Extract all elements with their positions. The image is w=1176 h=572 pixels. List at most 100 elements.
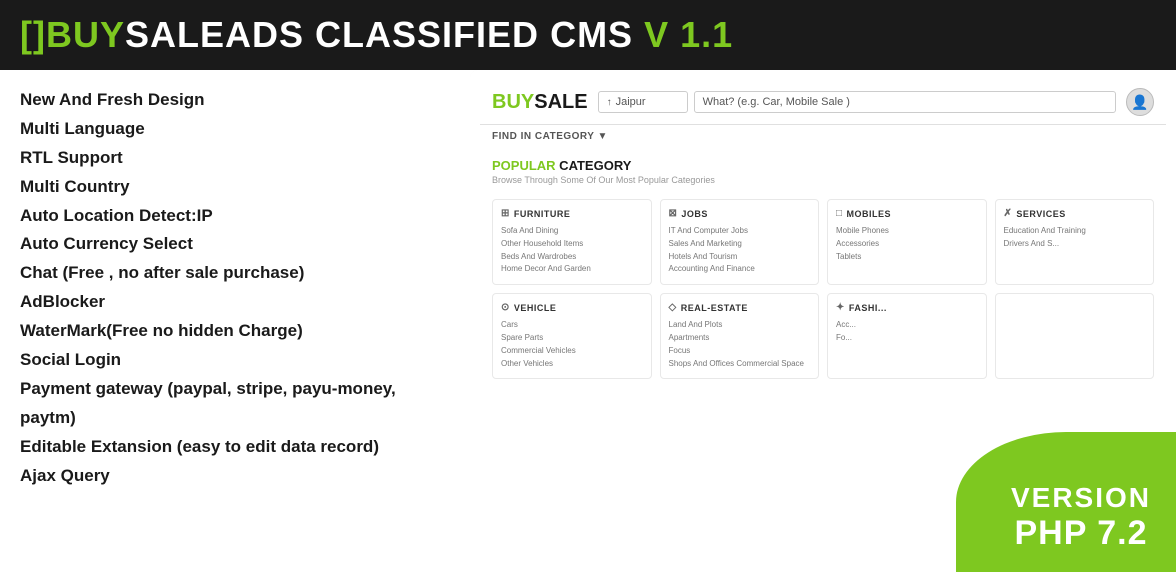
- vehicle-item-4: Other Vehicles: [501, 358, 643, 371]
- jobs-icon: ⊠: [669, 208, 678, 219]
- app-search-bar: ↑ Jaipur What? (e.g. Car, Mobile Sale ): [598, 91, 1116, 113]
- sale-text: SALE: [125, 14, 225, 55]
- app-header: BUYSALE ↑ Jaipur What? (e.g. Car, Mobile…: [480, 80, 1166, 125]
- feature-item-7: Chat (Free , no after sale purchase): [20, 259, 450, 288]
- vehicle-item-2: Spare Parts: [501, 332, 643, 345]
- cat-title-furniture: ⊞ FURNITURE: [501, 208, 643, 219]
- version-text: V 1.1: [633, 14, 733, 55]
- mobiles-item-1: Mobile Phones: [836, 225, 978, 238]
- categories-row-1: ⊞ FURNITURE Sofa And Dining Other Househ…: [480, 199, 1166, 285]
- vehicle-item-1: Cars: [501, 319, 643, 332]
- services-icon: ✗: [1004, 208, 1013, 219]
- furniture-item-3: Beds And Wardrobes: [501, 251, 643, 264]
- jobs-item-1: IT And Computer Jobs: [669, 225, 811, 238]
- cat-title-vehicle: ⊙ VEHICLE: [501, 302, 643, 313]
- app-logo: BUYSALE: [492, 91, 588, 114]
- services-item-2: Drivers And S...: [1004, 238, 1146, 251]
- furniture-item-4: Home Decor And Garden: [501, 263, 643, 276]
- vehicle-icon: ⊙: [501, 302, 510, 313]
- realestate-icon: ◇: [669, 302, 677, 313]
- furniture-icon: ⊞: [501, 208, 510, 219]
- app-nav[interactable]: FIND IN CATEGORY ▼: [480, 125, 1166, 148]
- services-label: SERVICES: [1016, 209, 1065, 219]
- realestate-item-1: Land And Plots: [669, 319, 811, 332]
- cat-card-jobs: ⊠ JOBS IT And Computer Jobs Sales And Ma…: [660, 199, 820, 285]
- location-arrow-icon: ↑: [607, 97, 612, 108]
- main-content: New And Fresh Design Multi Language RTL …: [0, 70, 1176, 572]
- buy-text: BUY: [46, 14, 125, 55]
- cat-card-mobiles: □ MOBILES Mobile Phones Accessories Tabl…: [827, 199, 987, 285]
- realestate-item-2: Apartments: [669, 332, 811, 345]
- app-logo-buy: BUY: [492, 91, 534, 113]
- version-badge: VERSION PHP 7.2: [956, 432, 1176, 572]
- cat-card-realestate: ◇ REAL-ESTATE Land And Plots Apartments …: [660, 293, 820, 379]
- categories-row-2: ⊙ VEHICLE Cars Spare Parts Commercial Ve…: [480, 285, 1166, 379]
- avatar-icon: 👤: [1131, 94, 1148, 111]
- mobiles-item-2: Accessories: [836, 238, 978, 251]
- fashion-item-1: Acc...: [836, 319, 978, 332]
- furniture-label: FURNITURE: [514, 209, 571, 219]
- popular-category-title: POPULAR CATEGORY: [492, 158, 1154, 173]
- features-list: New And Fresh Design Multi Language RTL …: [0, 70, 470, 572]
- cat-title-fashion: ✦ FASHI...: [836, 302, 978, 313]
- version-label: VERSION: [1011, 482, 1151, 514]
- cat-card-empty: [995, 293, 1155, 379]
- feature-item-11: Payment gateway (paypal, stripe, payu-mo…: [20, 375, 450, 433]
- bracket-open: [: [20, 14, 33, 55]
- fashion-label: FASHI...: [849, 303, 887, 313]
- bracket-close: ]: [33, 14, 46, 55]
- cat-title-realestate: ◇ REAL-ESTATE: [669, 302, 811, 313]
- cat-card-vehicle: ⊙ VEHICLE Cars Spare Parts Commercial Ve…: [492, 293, 652, 379]
- mobiles-label: MOBILES: [847, 209, 892, 219]
- user-avatar[interactable]: 👤: [1126, 88, 1154, 116]
- feature-item-9: WaterMark(Free no hidden Charge): [20, 317, 450, 346]
- fashion-icon: ✦: [836, 302, 845, 313]
- furniture-item-2: Other Household Items: [501, 238, 643, 251]
- dash-text: ADS CLASSIFIED: [225, 14, 539, 55]
- location-value: Jaipur: [616, 96, 646, 108]
- popular-category-section: POPULAR CATEGORY Browse Through Some Of …: [480, 148, 1166, 199]
- vehicle-label: VEHICLE: [514, 303, 557, 313]
- feature-item-6: Auto Currency Select: [20, 230, 450, 259]
- feature-item-4: Multi Country: [20, 173, 450, 202]
- realestate-item-3: Focus: [669, 345, 811, 358]
- features-items: New And Fresh Design Multi Language RTL …: [20, 86, 450, 490]
- cms-text: CMS: [539, 14, 633, 55]
- cat-card-fashion: ✦ FASHI... Acc... Fo...: [827, 293, 987, 379]
- cat-title-services: ✗ SERVICES: [1004, 208, 1146, 219]
- page-header: []BUYSALEADS CLASSIFIED CMS V 1.1: [0, 0, 1176, 70]
- jobs-item-4: Accounting And Finance: [669, 263, 811, 276]
- feature-item-10: Social Login: [20, 346, 450, 375]
- app-screenshot: BUYSALE ↑ Jaipur What? (e.g. Car, Mobile…: [470, 70, 1176, 572]
- product-title: []BUYSALEADS CLASSIFIED CMS V 1.1: [20, 14, 733, 56]
- mobiles-item-3: Tablets: [836, 251, 978, 264]
- cat-card-furniture: ⊞ FURNITURE Sofa And Dining Other Househ…: [492, 199, 652, 285]
- services-item-1: Education And Training: [1004, 225, 1146, 238]
- feature-item-3: RTL Support: [20, 144, 450, 173]
- realestate-item-4: Shops And Offices Commercial Space: [669, 358, 811, 371]
- find-category-label: FIND IN CATEGORY ▼: [492, 131, 608, 142]
- search-placeholder: What? (e.g. Car, Mobile Sale ): [703, 96, 850, 108]
- search-input[interactable]: What? (e.g. Car, Mobile Sale ): [694, 91, 1116, 113]
- jobs-label: JOBS: [681, 209, 708, 219]
- app-logo-sale: SALE: [534, 91, 587, 113]
- location-input[interactable]: ↑ Jaipur: [598, 91, 688, 113]
- feature-item-1: New And Fresh Design: [20, 86, 450, 115]
- php-version-label: PHP 7.2: [1014, 514, 1147, 553]
- feature-item-8: AdBlocker: [20, 288, 450, 317]
- popular-category-sub: Browse Through Some Of Our Most Popular …: [492, 175, 1154, 185]
- feature-item-2: Multi Language: [20, 115, 450, 144]
- mobiles-icon: □: [836, 208, 843, 219]
- feature-item-12: Editable Extansion (easy to edit data re…: [20, 433, 450, 462]
- vehicle-item-3: Commercial Vehicles: [501, 345, 643, 358]
- cat-card-services: ✗ SERVICES Education And Training Driver…: [995, 199, 1155, 285]
- fashion-item-2: Fo...: [836, 332, 978, 345]
- realestate-label: REAL-ESTATE: [681, 303, 748, 313]
- cat-title-jobs: ⊠ JOBS: [669, 208, 811, 219]
- popular-green-text: POPULAR: [492, 158, 556, 173]
- category-dark-text: CATEGORY: [556, 158, 632, 173]
- feature-item-5: Auto Location Detect:IP: [20, 202, 450, 231]
- jobs-item-2: Sales And Marketing: [669, 238, 811, 251]
- feature-item-13: Ajax Query: [20, 462, 450, 491]
- cat-title-mobiles: □ MOBILES: [836, 208, 978, 219]
